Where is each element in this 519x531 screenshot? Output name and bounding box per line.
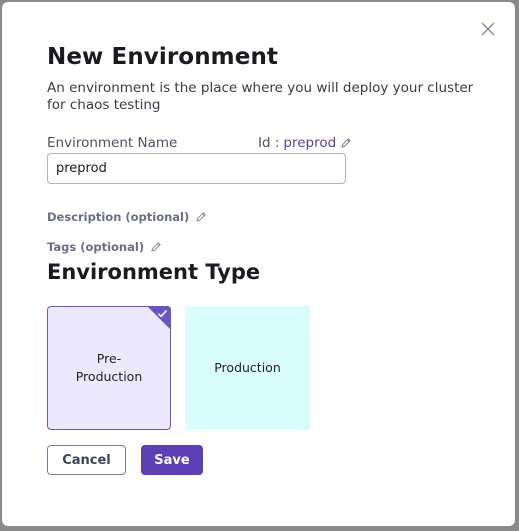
dialog-subtitle: An environment is the place where you wi… [47,80,474,113]
checkmark-icon [157,310,168,318]
pencil-icon[interactable] [340,137,352,149]
tags-label: Tags (optional) [47,240,145,254]
cancel-button[interactable]: Cancel [47,445,126,475]
pencil-icon [151,242,161,252]
environment-name-label: Environment Name [47,135,178,151]
description-label: Description (optional) [47,210,190,224]
new-environment-dialog: New Environment An environment is the pl… [2,2,515,526]
dialog-title: New Environment [47,44,279,70]
env-type-label-preproduction: Pre- Production [75,351,143,384]
id-label: Id : [258,135,280,151]
close-icon[interactable] [479,20,497,38]
id-value: preprod [283,135,337,151]
env-type-card-production[interactable]: Production [185,306,310,430]
env-type-card-preproduction[interactable]: Pre- Production [47,306,171,430]
pencil-icon [196,212,207,222]
environment-id-row: Id : preprod [258,135,352,151]
description-optional-link[interactable]: Description (optional) [47,210,207,224]
save-button[interactable]: Save [141,445,203,475]
env-type-label-production: Production [214,360,281,375]
environment-type-title: Environment Type [47,260,261,284]
environment-name-input[interactable] [47,153,346,184]
tags-optional-link[interactable]: Tags (optional) [47,240,162,254]
